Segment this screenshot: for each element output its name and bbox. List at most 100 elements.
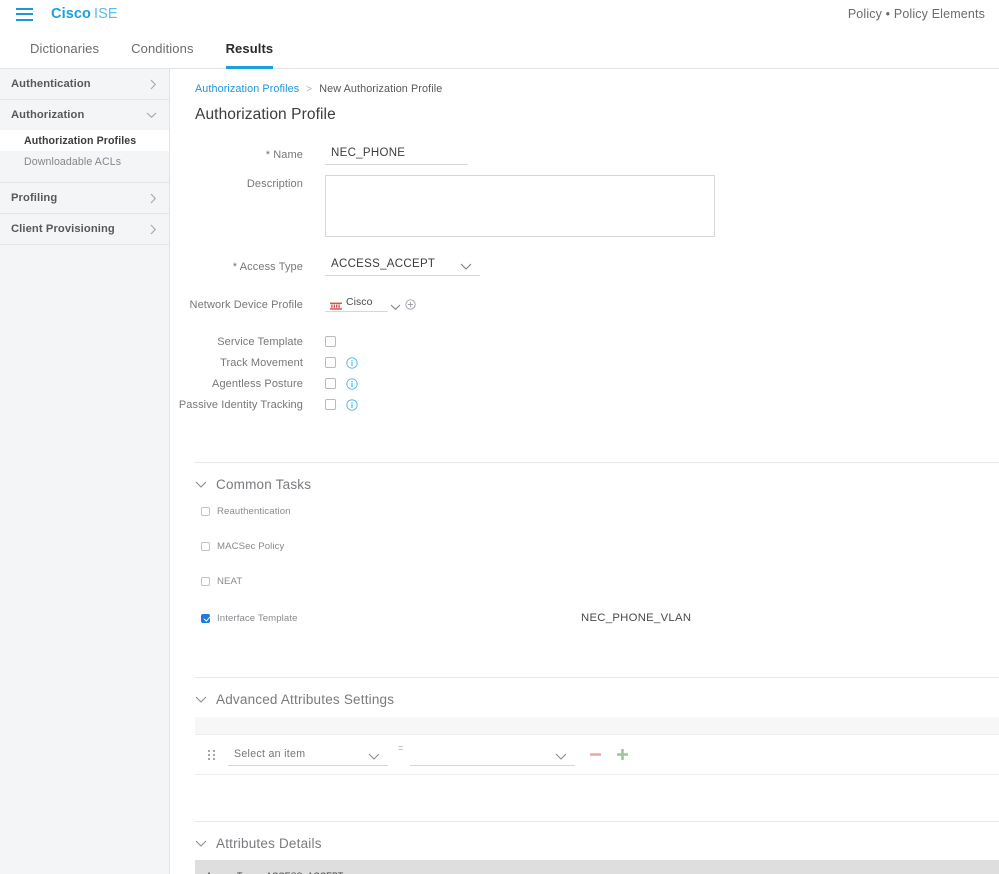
attributes-details-title: Attributes Details bbox=[216, 836, 322, 851]
sidebar-item-client-provisioning-label: Client Provisioning bbox=[11, 223, 115, 235]
service-template-cell bbox=[325, 336, 336, 347]
app-brand: Cisco ISE bbox=[51, 6, 118, 22]
chevron-down-icon bbox=[195, 840, 207, 848]
network-device-profile-label: Network Device Profile bbox=[189, 298, 303, 311]
access-type-select[interactable]: ACCESS_ACCEPT bbox=[325, 254, 480, 276]
section-header-advanced-attributes[interactable]: Advanced Attributes Settings bbox=[170, 692, 999, 707]
cisco-device-icon bbox=[330, 298, 342, 310]
reauthentication-label: Reauthentication bbox=[217, 505, 291, 517]
description-textarea[interactable] bbox=[325, 175, 715, 237]
brand-cisco: Cisco bbox=[51, 6, 91, 22]
breadcrumb-link-authorization-profiles[interactable]: Authorization Profiles bbox=[195, 83, 299, 95]
breadcrumb-current: New Authorization Profile bbox=[319, 83, 443, 95]
network-device-profile-field-wrap: Cisco bbox=[325, 297, 416, 312]
passive-identity-tracking-cell bbox=[325, 398, 358, 411]
sidebar-item-authentication[interactable]: Authentication bbox=[0, 69, 169, 99]
interface-template-checkbox[interactable] bbox=[201, 613, 210, 623]
divider-advanced-attributes bbox=[195, 677, 999, 678]
chevron-down-icon bbox=[195, 696, 207, 704]
minus-icon[interactable] bbox=[589, 748, 602, 761]
macsec-policy-label: MACSec Policy bbox=[217, 540, 285, 552]
chevron-right-icon bbox=[150, 193, 157, 204]
service-template-label: Service Template bbox=[217, 335, 303, 348]
sidebar-item-downloadable-acls[interactable]: Downloadable ACLs bbox=[0, 151, 169, 172]
chevron-right-icon bbox=[150, 224, 157, 235]
field-row-name: * Name bbox=[170, 141, 999, 166]
section-header-common-tasks[interactable]: Common Tasks bbox=[170, 477, 999, 492]
interface-template-label: Interface Template bbox=[217, 612, 298, 624]
description-field-wrap bbox=[325, 175, 715, 242]
access-type-field-wrap: ACCESS_ACCEPT bbox=[325, 254, 480, 276]
info-icon[interactable] bbox=[346, 398, 358, 411]
divider-common-tasks bbox=[195, 462, 999, 463]
chevron-right-icon bbox=[150, 79, 157, 90]
tab-conditions[interactable]: Conditions bbox=[115, 28, 209, 68]
track-movement-checkbox[interactable] bbox=[325, 357, 336, 368]
tab-dictionaries[interactable]: Dictionaries bbox=[14, 28, 115, 68]
agentless-posture-cell bbox=[325, 377, 358, 390]
section-header-attributes-details[interactable]: Attributes Details bbox=[170, 836, 999, 851]
breadcrumb-separator-icon: > bbox=[306, 83, 313, 95]
agentless-posture-label: Agentless Posture bbox=[212, 377, 303, 390]
sidebar-item-client-provisioning[interactable]: Client Provisioning bbox=[0, 214, 169, 244]
advanced-attribute-value: Select an item bbox=[234, 747, 306, 760]
field-row-description: Description bbox=[170, 175, 999, 242]
sidebar: Authentication Authorization Authorizati… bbox=[0, 69, 170, 874]
page-title: Authorization Profile bbox=[195, 106, 336, 123]
advanced-attribute-value-select[interactable] bbox=[410, 744, 576, 766]
hamburger-icon[interactable] bbox=[16, 7, 33, 21]
service-template-checkbox[interactable] bbox=[325, 336, 336, 347]
advanced-attribute-select[interactable]: Select an item bbox=[228, 744, 388, 766]
reauthentication-checkbox[interactable] bbox=[201, 506, 210, 516]
common-tasks-title: Common Tasks bbox=[216, 477, 312, 492]
drag-handle-icon[interactable] bbox=[207, 749, 216, 761]
passive-identity-tracking-label: Passive Identity Tracking bbox=[178, 398, 303, 411]
network-device-profile-select[interactable]: Cisco bbox=[325, 297, 401, 312]
advanced-attributes-title: Advanced Attributes Settings bbox=[216, 692, 395, 707]
track-movement-label: Track Movement bbox=[220, 356, 303, 369]
chevron-down-icon bbox=[195, 481, 207, 489]
attributes-details-panel: Access Type = ACCESS_ACCEPT cisco-av-pai… bbox=[195, 860, 999, 874]
breadcrumb: Authorization Profiles > New Authorizati… bbox=[170, 69, 999, 95]
add-circle-icon[interactable] bbox=[405, 297, 416, 310]
advanced-attributes-table-header bbox=[195, 717, 999, 735]
name-input[interactable] bbox=[325, 144, 468, 165]
chevron-down-icon bbox=[146, 112, 157, 119]
sidebar-item-profiling[interactable]: Profiling bbox=[0, 183, 169, 213]
toggle-row-passive-identity-tracking: Passive Identity Tracking bbox=[170, 394, 999, 415]
app-header: Cisco ISE Policy • Policy Elements bbox=[0, 0, 999, 28]
description-label: Description bbox=[246, 178, 303, 190]
toggle-row-agentless-posture: Agentless Posture bbox=[170, 373, 999, 394]
sidebar-item-authorization[interactable]: Authorization bbox=[0, 100, 169, 130]
common-task-macsec-policy: MACSec Policy bbox=[201, 537, 999, 555]
sidebar-item-profiling-label: Profiling bbox=[11, 192, 58, 204]
access-type-value: ACCESS_ACCEPT bbox=[331, 258, 436, 270]
info-icon[interactable] bbox=[346, 356, 358, 369]
sidebar-item-authorization-profiles[interactable]: Authorization Profiles bbox=[0, 130, 169, 151]
common-task-interface-template: Interface Template NEC_PHONE_VLAN bbox=[201, 609, 999, 627]
advanced-attribute-value-text bbox=[410, 746, 575, 765]
sidebar-group-authorization: Authorization Authorization Profiles Dow… bbox=[0, 100, 169, 183]
equals-separator: = bbox=[398, 743, 404, 753]
agentless-posture-checkbox[interactable] bbox=[325, 378, 336, 389]
main-content: Authorization Profiles > New Authorizati… bbox=[170, 69, 999, 874]
toggle-row-service-template: Service Template bbox=[170, 331, 999, 352]
main-tabstrip: Dictionaries Conditions Results bbox=[0, 28, 999, 69]
field-row-access-type: * Access Type ACCESS_ACCEPT bbox=[170, 254, 999, 276]
sidebar-group-authentication: Authentication bbox=[0, 69, 169, 100]
plus-icon[interactable] bbox=[616, 748, 629, 761]
sidebar-group-client-provisioning: Client Provisioning bbox=[0, 214, 169, 245]
authorization-profile-form: * Name Description * Access Type ACCESS_… bbox=[170, 124, 999, 415]
chevron-down-icon bbox=[390, 298, 401, 316]
info-icon[interactable] bbox=[346, 377, 358, 390]
sidebar-item-authentication-label: Authentication bbox=[11, 78, 91, 90]
brand-ise: ISE bbox=[94, 6, 118, 22]
tab-results[interactable]: Results bbox=[210, 28, 290, 69]
passive-identity-tracking-checkbox[interactable] bbox=[325, 399, 336, 410]
sidebar-group-profiling: Profiling bbox=[0, 183, 169, 214]
macsec-policy-checkbox[interactable] bbox=[201, 541, 210, 551]
header-breadcrumb-right: Policy • Policy Elements bbox=[847, 7, 985, 21]
track-movement-cell bbox=[325, 356, 358, 369]
network-device-profile-value: Cisco bbox=[346, 297, 373, 308]
neat-checkbox[interactable] bbox=[201, 576, 210, 586]
